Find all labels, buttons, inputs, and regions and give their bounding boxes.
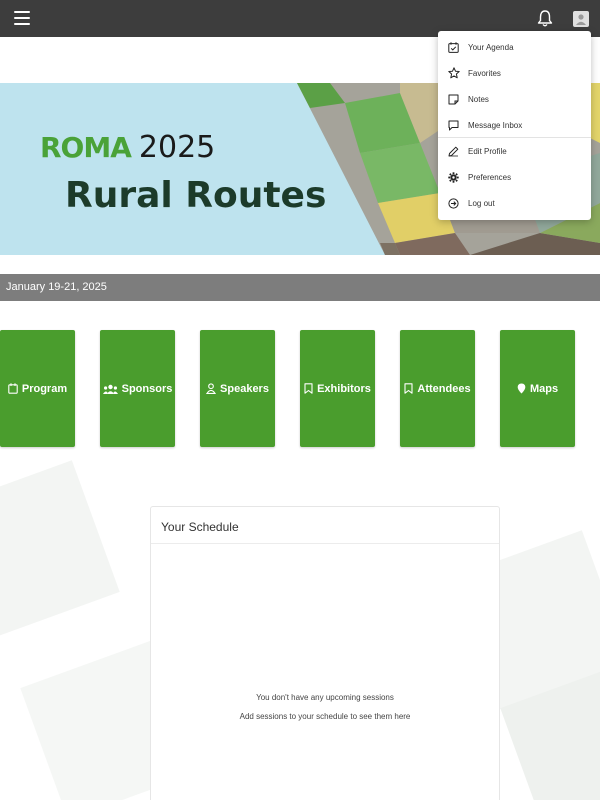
- menu-item-label: Log out: [468, 198, 495, 208]
- tile-label: Sponsors: [121, 382, 173, 395]
- note-icon: [447, 93, 460, 106]
- tile-label: Speakers: [220, 382, 269, 395]
- tile-label: Program: [21, 382, 68, 395]
- star-icon: [447, 67, 460, 80]
- person-icon: [206, 383, 217, 394]
- schedule-empty-hint: Add sessions to your schedule to see the…: [239, 712, 411, 721]
- user-avatar-icon[interactable]: [573, 11, 589, 27]
- bookmark-icon: [304, 383, 313, 394]
- people-icon: [102, 384, 118, 394]
- gear-icon: [447, 171, 460, 184]
- menu-item-edit-profile[interactable]: Edit Profile: [438, 138, 591, 164]
- tile-label: Exhibitors: [317, 382, 371, 395]
- event-dates: January 19-21, 2025: [0, 274, 600, 301]
- menu-item-your-agenda[interactable]: Your Agenda: [438, 34, 591, 60]
- logout-icon: [447, 197, 460, 210]
- tile-label: Attendees: [417, 382, 471, 395]
- menu-item-label: Favorites: [468, 68, 501, 78]
- tile-attendees[interactable]: Attendees: [400, 330, 475, 447]
- schedule-empty-message: You don't have any upcoming sessions: [256, 693, 394, 702]
- menu-item-label: Preferences: [468, 172, 512, 182]
- tile-sponsors[interactable]: Sponsors: [100, 330, 175, 447]
- menu-item-label: Message Inbox: [468, 120, 523, 130]
- menu-item-label: Edit Profile: [468, 146, 507, 156]
- menu-item-preferences[interactable]: Preferences: [438, 164, 591, 190]
- bookmark-icon: [404, 383, 413, 394]
- hamburger-icon[interactable]: [14, 11, 30, 25]
- map-pin-icon: [517, 383, 526, 394]
- menu-item-notes[interactable]: Notes: [438, 86, 591, 112]
- bell-icon[interactable]: [536, 9, 554, 28]
- tile-label: Maps: [529, 382, 559, 395]
- schedule-panel: Your Schedule You don't have any upcomin…: [150, 506, 500, 800]
- banner-year: 2025: [138, 130, 216, 165]
- quick-links: Program Sponsors Speakers Exhibitors Att…: [0, 330, 600, 447]
- calendar-check-icon: [447, 41, 460, 54]
- banner-title: Rural Routes: [65, 175, 327, 216]
- schedule-title: Your Schedule: [151, 507, 499, 544]
- menu-item-log-out[interactable]: Log out: [438, 190, 591, 216]
- tile-program[interactable]: Program: [0, 330, 75, 447]
- tile-maps[interactable]: Maps: [500, 330, 575, 447]
- logo-text: ROMA: [40, 131, 132, 164]
- user-dropdown-menu: Your Agenda Favorites Notes Message Inbo…: [438, 31, 591, 220]
- menu-item-label: Notes: [468, 94, 489, 104]
- pencil-icon: [447, 145, 460, 158]
- tile-speakers[interactable]: Speakers: [200, 330, 275, 447]
- message-icon: [447, 119, 460, 132]
- menu-item-favorites[interactable]: Favorites: [438, 60, 591, 86]
- menu-item-label: Your Agenda: [468, 42, 514, 52]
- calendar-icon: [8, 383, 18, 394]
- tile-exhibitors[interactable]: Exhibitors: [300, 330, 375, 447]
- roma-logo: ROMA 2025: [40, 130, 215, 165]
- menu-item-message-inbox[interactable]: Message Inbox: [438, 112, 591, 138]
